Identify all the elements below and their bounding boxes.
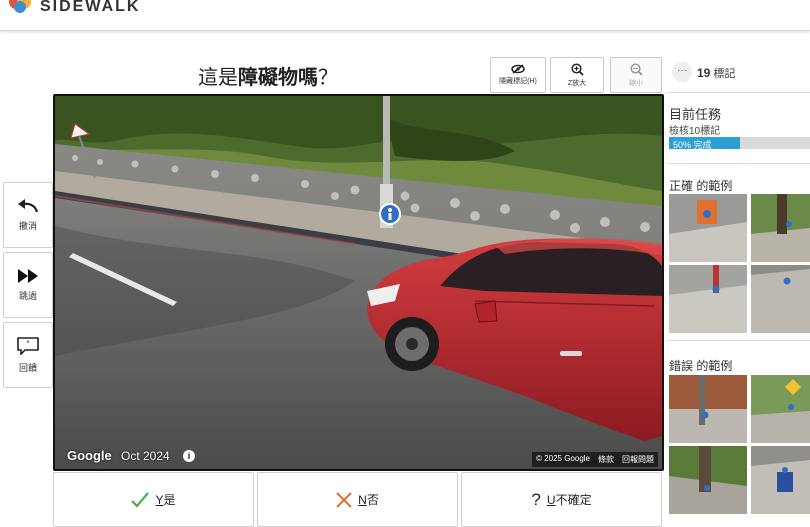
fast-forward-icon bbox=[18, 268, 38, 283]
yes-label: Y是 bbox=[155, 491, 175, 508]
no-text: 否 bbox=[366, 493, 379, 507]
hide-labels-text: 隱藏標記(H) bbox=[499, 78, 537, 85]
no-key: N bbox=[358, 493, 367, 507]
unsure-button[interactable]: ? U不確定 bbox=[461, 472, 662, 527]
skip-label: 跳過 bbox=[18, 290, 37, 301]
report-problem-link[interactable]: 回報問題 bbox=[622, 454, 654, 465]
correct-example-thumbnail[interactable] bbox=[751, 265, 810, 333]
example-image bbox=[669, 194, 747, 262]
cross-icon bbox=[336, 491, 352, 508]
label-count-unit: 標記 bbox=[713, 68, 736, 80]
zoom-in-button[interactable]: Z放大 bbox=[550, 57, 604, 93]
unsure-text: 不確定 bbox=[555, 493, 592, 507]
zoom-in-icon bbox=[570, 62, 584, 76]
terms-link[interactable]: 條款 bbox=[598, 454, 614, 465]
incorrect-example-thumbnail[interactable] bbox=[669, 446, 747, 514]
unsure-label: U不確定 bbox=[547, 491, 592, 508]
example-image bbox=[751, 446, 810, 514]
checkmark-icon bbox=[131, 491, 150, 508]
correct-example-thumbnail[interactable] bbox=[669, 194, 747, 262]
more-options-button[interactable]: ··· bbox=[672, 62, 692, 82]
speech-bubble-icon: “ bbox=[17, 336, 39, 355]
question-suffix: ？ bbox=[318, 67, 338, 89]
svg-text:“: “ bbox=[27, 339, 30, 349]
copyright-text: © 2025 Google bbox=[536, 454, 590, 463]
incorrect-example-thumbnail[interactable] bbox=[751, 446, 810, 514]
zoom-in-text: Z放大 bbox=[567, 79, 587, 87]
example-image bbox=[751, 375, 810, 443]
correct-examples-title: 正確 的範例 bbox=[669, 179, 733, 193]
question-prefix: 這是 bbox=[198, 67, 238, 89]
yes-key: Y bbox=[155, 493, 164, 507]
capture-date: Oct 2024 bbox=[121, 449, 170, 463]
pano-footer: © 2025 Google 條款 回報問題 bbox=[532, 452, 658, 467]
mission-progress-text: 50% 完成 bbox=[673, 140, 712, 150]
sidewalk-logo-icon bbox=[9, 0, 31, 13]
eye-slash-icon bbox=[511, 64, 525, 74]
undo-label: 撤消 bbox=[18, 220, 37, 231]
no-label: N否 bbox=[358, 491, 379, 508]
zoom-out-icon bbox=[629, 62, 643, 76]
top-header: SIDEWALK bbox=[0, 0, 810, 31]
info-icon[interactable]: i bbox=[183, 450, 195, 462]
correct-example-thumbnail[interactable] bbox=[751, 194, 810, 262]
question-mark-icon: ? bbox=[531, 489, 541, 509]
correct-example-thumbnail[interactable] bbox=[669, 265, 747, 333]
question-emphasis: 障礙物嗎 bbox=[238, 67, 318, 89]
label-count: 19 標記 bbox=[697, 65, 735, 81]
undo-button[interactable]: 撤消 bbox=[3, 182, 53, 248]
example-image bbox=[751, 194, 810, 262]
incorrect-examples-title: 錯誤 的範例 bbox=[669, 359, 733, 373]
street-view-panorama[interactable]: Google Oct 2024 i © 2025 Google 條款 回報問題 bbox=[53, 94, 664, 471]
mission-description: 檢核10標記 bbox=[669, 126, 721, 137]
skip-button[interactable]: 跳過 bbox=[3, 252, 53, 318]
example-image bbox=[751, 265, 810, 333]
street-scene-image bbox=[55, 96, 662, 469]
yes-button[interactable]: Y是 bbox=[53, 472, 254, 527]
sidebar-divider bbox=[666, 340, 810, 341]
no-button[interactable]: N否 bbox=[257, 472, 458, 527]
incorrect-example-thumbnail[interactable] bbox=[751, 375, 810, 443]
example-image bbox=[669, 446, 747, 514]
undo-arrow-icon bbox=[18, 198, 39, 212]
label-count-number: 19 bbox=[697, 66, 711, 80]
zoom-out-text: 縮小 bbox=[629, 79, 643, 87]
feedback-label: 回饋 bbox=[18, 362, 37, 373]
example-image bbox=[669, 265, 747, 333]
incorrect-example-thumbnail[interactable] bbox=[669, 375, 747, 443]
sidebar-divider bbox=[666, 92, 810, 93]
unsure-key: U bbox=[546, 493, 556, 507]
yes-text: 是 bbox=[163, 493, 176, 507]
zoom-out-button[interactable]: 縮小 bbox=[610, 57, 662, 93]
hide-labels-button[interactable]: 隱藏標記(H) bbox=[490, 57, 546, 93]
validation-question: 這是障礙物嗎？ bbox=[198, 61, 338, 90]
brand-name: SIDEWALK bbox=[40, 0, 141, 15]
google-watermark: Google bbox=[67, 448, 112, 463]
feedback-button[interactable]: “ 回饋 bbox=[3, 322, 53, 388]
mission-title: 目前任務 bbox=[669, 107, 722, 122]
example-image bbox=[669, 375, 747, 443]
sidebar-divider bbox=[666, 163, 810, 164]
